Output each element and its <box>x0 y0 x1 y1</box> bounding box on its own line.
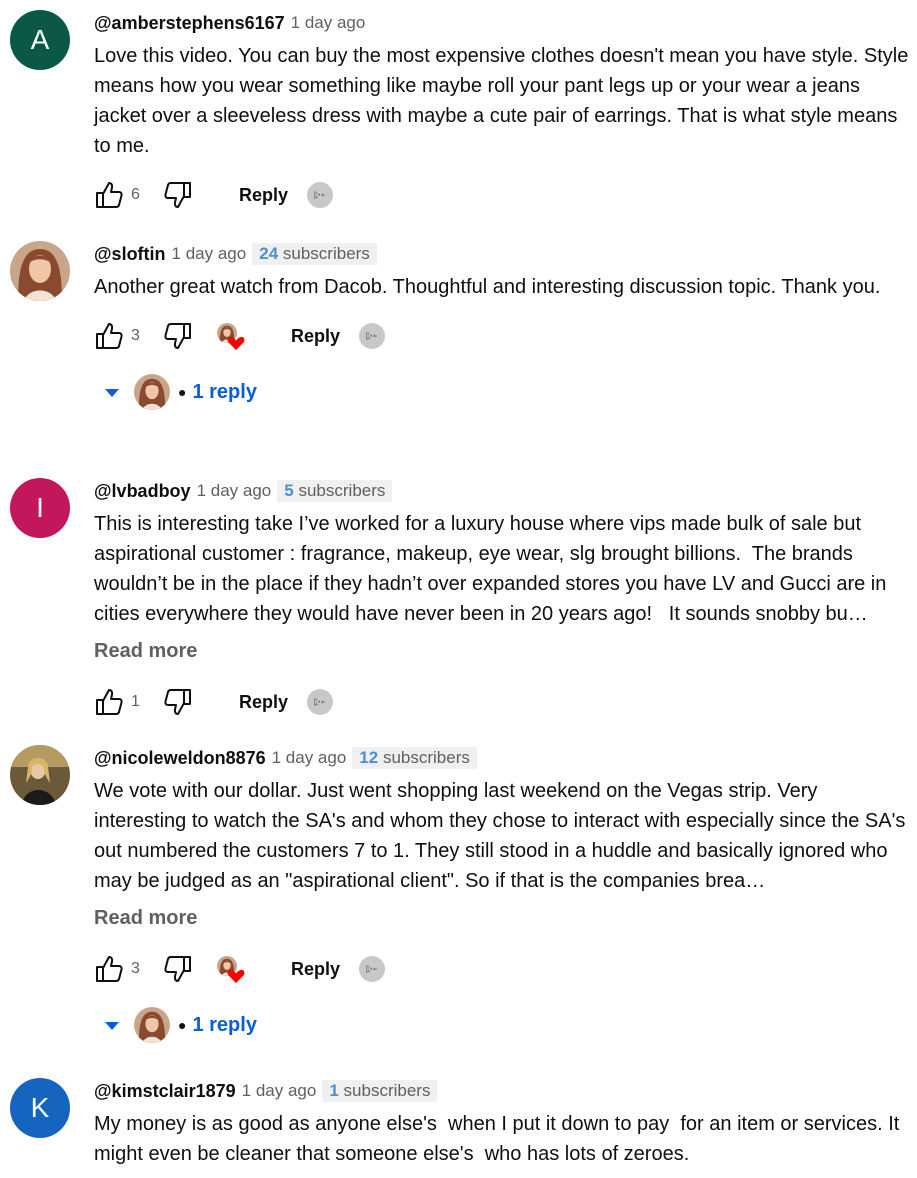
reply-button[interactable]: Reply <box>231 181 296 210</box>
comment-time[interactable]: 1 day ago <box>197 481 272 501</box>
avatar <box>134 374 170 410</box>
thumbs-down-icon[interactable] <box>163 180 193 210</box>
reply-button[interactable]: Reply <box>231 688 296 717</box>
comment-author[interactable]: @kimstclair1879 <box>94 1081 236 1102</box>
avatar[interactable]: K <box>10 1078 70 1138</box>
comment-author[interactable]: @sloftin <box>94 244 166 265</box>
comment-author[interactable]: @amberstephens6167 <box>94 13 285 34</box>
avatar[interactable]: I <box>10 478 70 538</box>
replies-label: 1 reply <box>192 380 257 403</box>
avatar <box>134 1007 170 1043</box>
avatar[interactable] <box>10 745 70 805</box>
caret-down-icon <box>104 381 120 404</box>
thumbs-up-icon[interactable] <box>94 180 124 210</box>
extension-icon[interactable] <box>358 955 386 983</box>
comment-time[interactable]: 1 day ago <box>242 1081 317 1101</box>
like-count: 3 <box>131 960 140 977</box>
comment-text: My money is as good as anyone else's whe… <box>94 1113 905 1165</box>
comment-text: We vote with our dollar. Just went shopp… <box>94 780 906 892</box>
subscriber-badge: 1 subscribers <box>322 1080 438 1102</box>
creator-heart-icon <box>215 321 245 351</box>
extension-icon[interactable] <box>306 688 334 716</box>
subscriber-badge: 12 subscribers <box>352 747 477 769</box>
comment-author[interactable]: @lvbadboy <box>94 481 191 502</box>
read-more-button[interactable]: Read more <box>94 636 909 666</box>
avatar[interactable] <box>10 241 70 301</box>
like-count: 3 <box>131 327 140 344</box>
view-replies-button[interactable]: ● 1 reply <box>104 1005 909 1045</box>
comment-text: Another great watch from Dacob. Thoughtf… <box>94 276 881 298</box>
reply-button[interactable]: Reply <box>283 322 348 351</box>
thumbs-up-icon[interactable] <box>94 954 124 984</box>
creator-heart-icon <box>215 954 245 984</box>
caret-down-icon <box>104 1014 120 1037</box>
subscriber-badge: 24 subscribers <box>252 243 377 265</box>
thumbs-down-icon[interactable] <box>163 687 193 717</box>
subscriber-badge: 5 subscribers <box>277 480 393 502</box>
comment-text: This is interesting take I’ve worked for… <box>94 513 892 625</box>
like-count: 1 <box>131 693 140 710</box>
like-count: 6 <box>131 186 140 203</box>
extension-icon[interactable] <box>306 181 334 209</box>
comment-time[interactable]: 1 day ago <box>272 748 347 768</box>
replies-label: 1 reply <box>192 1013 257 1036</box>
thumbs-up-icon[interactable] <box>94 687 124 717</box>
extension-icon[interactable] <box>358 322 386 350</box>
view-replies-button[interactable]: ● 1 reply <box>104 372 909 412</box>
thumbs-down-icon[interactable] <box>163 954 193 984</box>
thumbs-down-icon[interactable] <box>163 321 193 351</box>
avatar[interactable]: A <box>10 10 70 70</box>
comment-author[interactable]: @nicoleweldon8876 <box>94 748 266 769</box>
reply-button[interactable]: Reply <box>283 955 348 984</box>
comment-text: Love this video. You can buy the most ex… <box>94 45 914 157</box>
thumbs-up-icon[interactable] <box>94 321 124 351</box>
read-more-button[interactable]: Read more <box>94 903 909 933</box>
comment-time[interactable]: 1 day ago <box>291 13 366 33</box>
comment-time[interactable]: 1 day ago <box>172 244 247 264</box>
